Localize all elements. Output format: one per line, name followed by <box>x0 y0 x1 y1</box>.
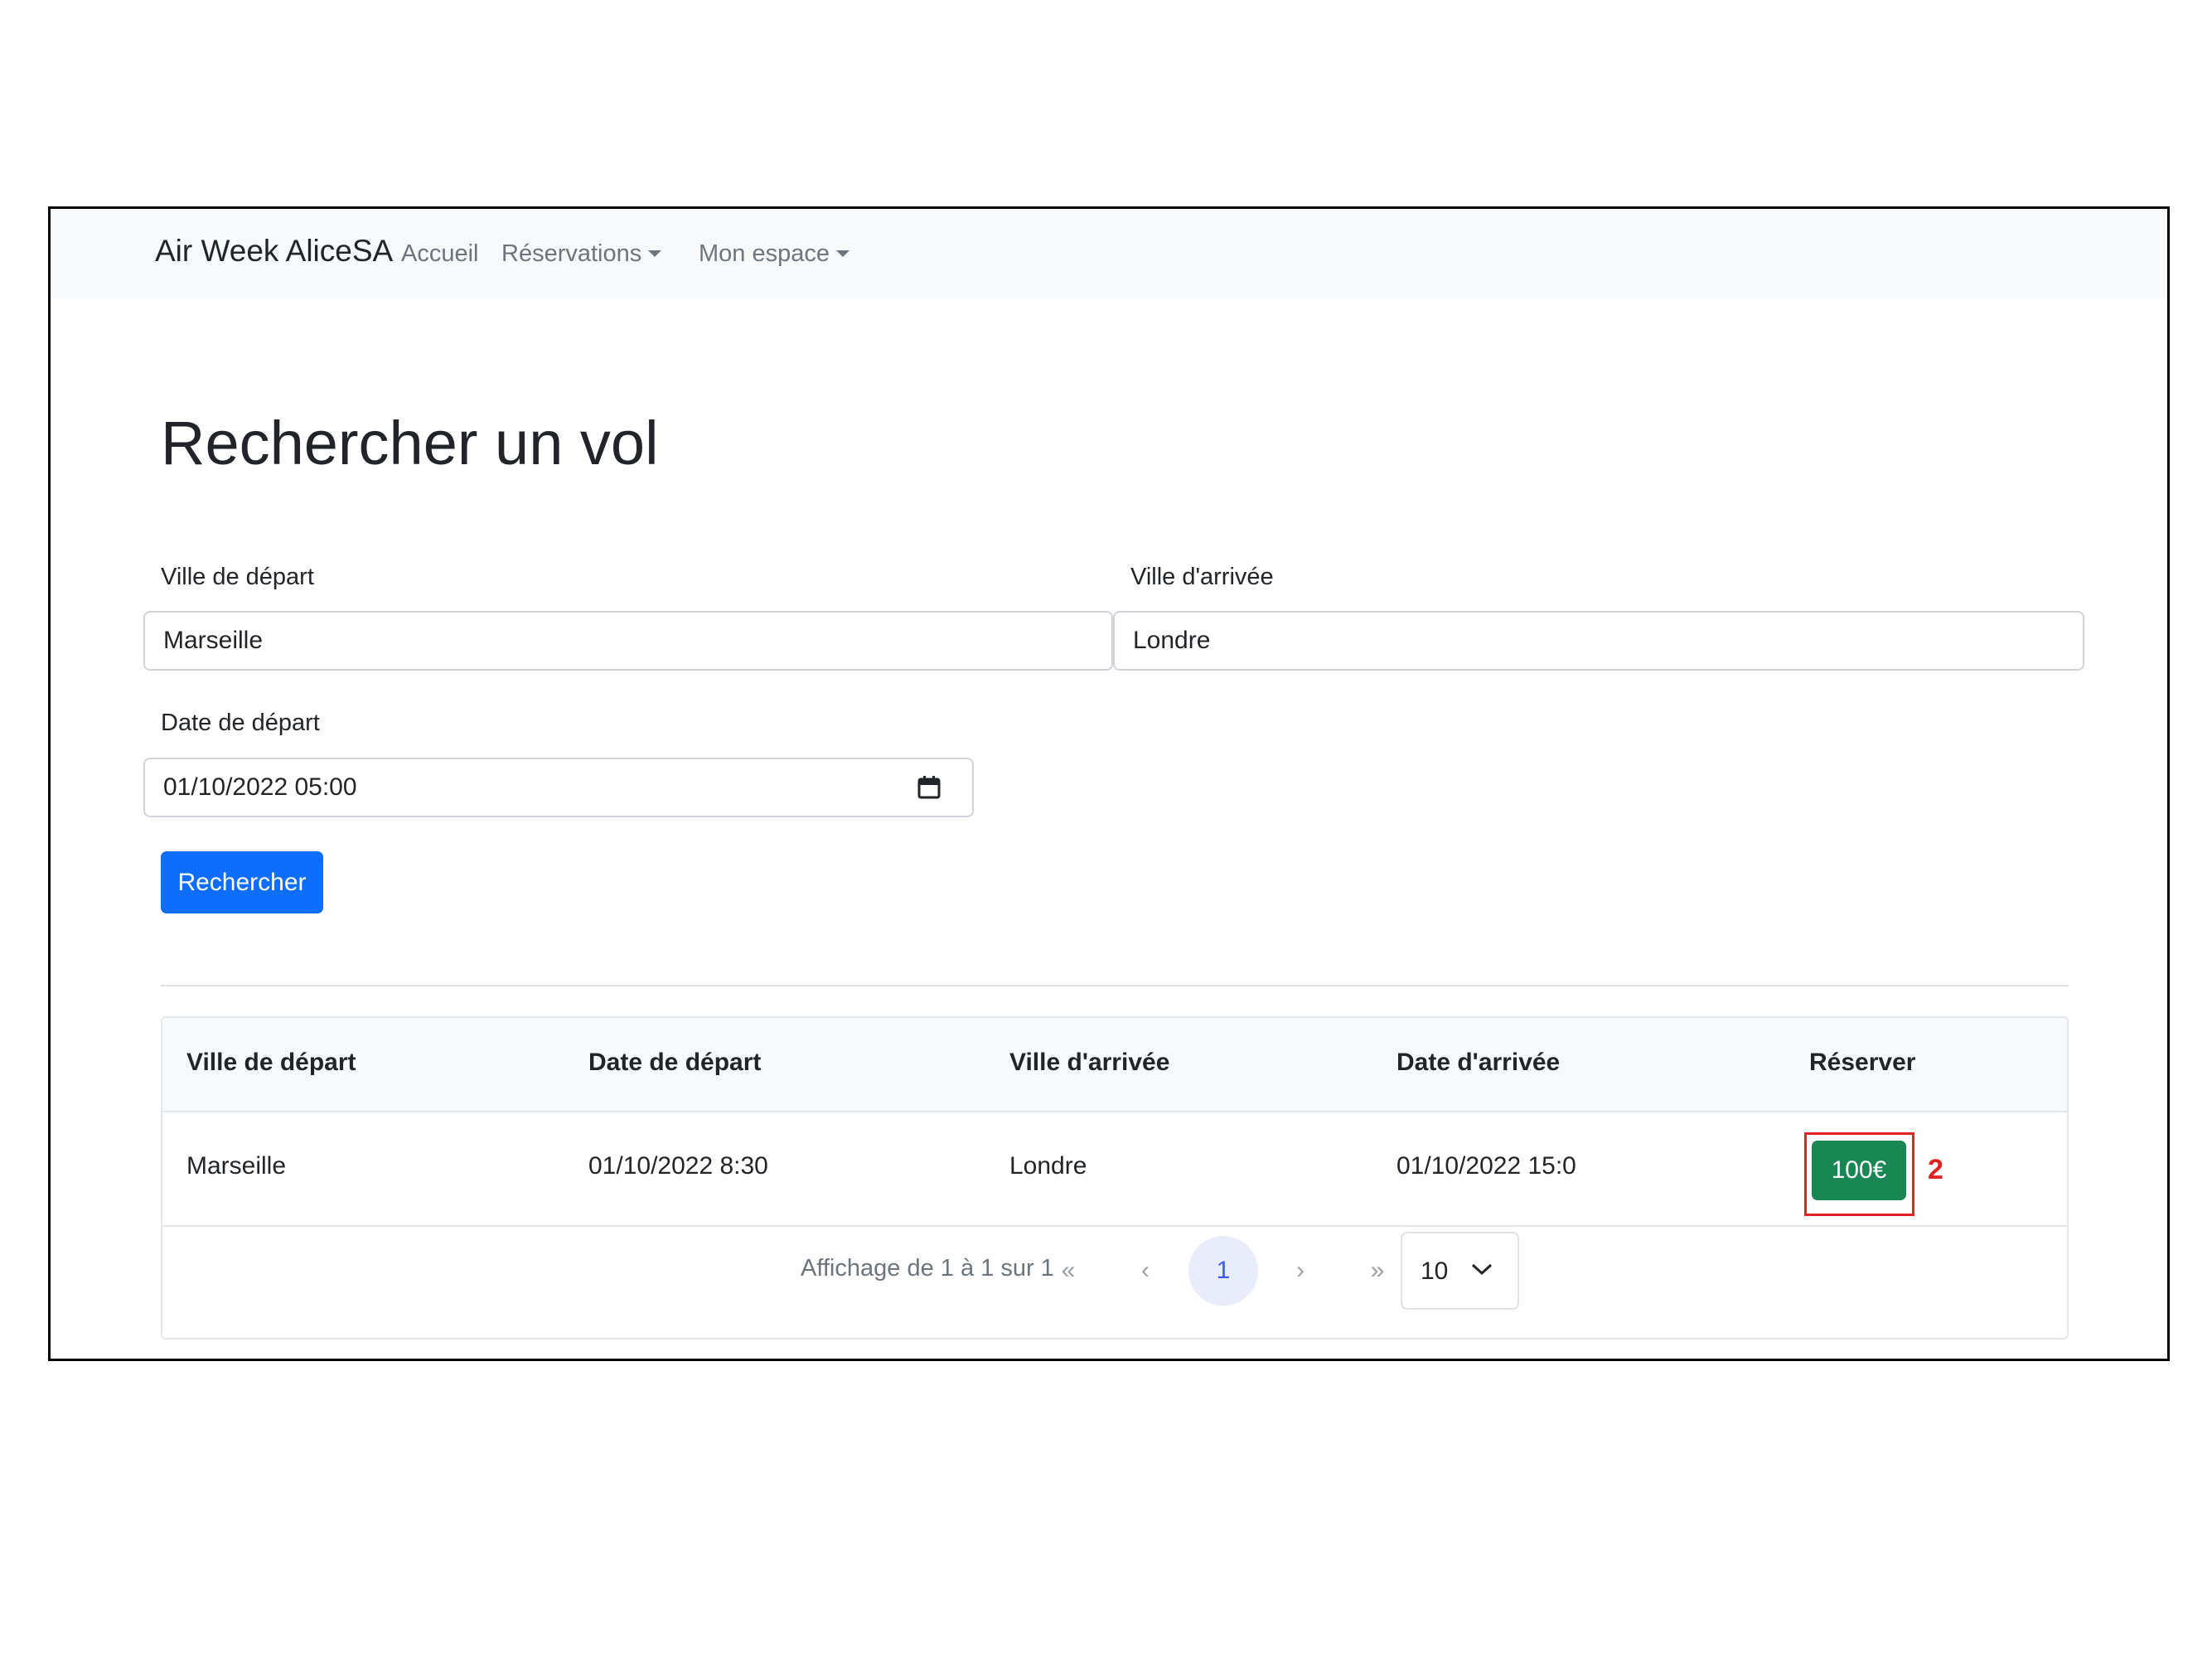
column-header-arrival-city[interactable]: Ville d'arrivée <box>1009 1049 1169 1077</box>
pagination-info: Affichage de 1 à 1 sur 1 <box>801 1255 1054 1282</box>
departure-city-label: Ville de départ <box>161 564 314 590</box>
navbar: Air Week AliceSA Accueil Réservations Mo… <box>51 209 2167 298</box>
departure-date-label: Date de départ <box>161 710 320 736</box>
nav-dropdown-reservations[interactable]: Réservations <box>501 240 662 268</box>
prev-page-button[interactable]: ‹ <box>1111 1236 1180 1306</box>
table-header: Ville de départ Date de départ Ville d'a… <box>162 1018 2067 1112</box>
cell-departure-date: 01/10/2022 8:30 <box>588 1152 768 1180</box>
nav-link-label: Réservations <box>501 240 642 267</box>
nav-dropdown-mon-espace[interactable]: Mon espace <box>699 240 849 268</box>
column-header-departure-city[interactable]: Ville de départ <box>186 1049 356 1077</box>
column-header-reserve: Réserver <box>1809 1049 1916 1076</box>
caret-down-icon <box>648 250 662 257</box>
reserve-price-button[interactable]: 100€ <box>1812 1141 1906 1200</box>
departure-date-input[interactable] <box>143 758 974 817</box>
app-window: Air Week AliceSA Accueil Réservations Mo… <box>48 206 2170 1361</box>
navbar-brand[interactable]: Air Week AliceSA <box>155 234 393 269</box>
nav-link-label: Mon espace <box>699 240 830 267</box>
departure-city-input[interactable] <box>143 611 1113 671</box>
chevron-down-icon <box>1471 1263 1493 1276</box>
annotation-number: 2 <box>1928 1154 1943 1185</box>
page-title: Rechercher un vol <box>161 409 659 477</box>
flights-table: Ville de départ Date de départ Ville d'a… <box>161 1016 2069 1340</box>
cell-arrival-date: 01/10/2022 15:0 <box>1396 1152 1576 1180</box>
page-size-select[interactable]: 10 <box>1401 1232 1519 1310</box>
arrival-city-input[interactable] <box>1113 611 2084 671</box>
caret-down-icon <box>836 250 849 257</box>
column-header-departure-date[interactable]: Date de départ <box>588 1049 761 1077</box>
cell-departure-city: Marseille <box>186 1152 287 1180</box>
search-button[interactable]: Rechercher <box>161 851 323 913</box>
page-size-value: 10 <box>1421 1257 1449 1285</box>
table-row: Marseille 01/10/2022 8:30 Londre 01/10/2… <box>162 1111 2067 1227</box>
arrival-city-label: Ville d'arrivée <box>1130 564 1274 590</box>
divider <box>161 985 2069 986</box>
next-page-button[interactable]: › <box>1266 1236 1335 1306</box>
column-header-arrival-date[interactable]: Date d'arrivée <box>1396 1049 1560 1077</box>
page-1-button[interactable]: 1 <box>1188 1236 1258 1306</box>
calendar-icon[interactable] <box>917 776 941 799</box>
nav-link-label: Accueil <box>401 240 479 267</box>
first-page-button[interactable]: « <box>1033 1236 1103 1306</box>
nav-link-accueil[interactable]: Accueil <box>401 240 479 268</box>
cell-arrival-city: Londre <box>1009 1152 1087 1180</box>
